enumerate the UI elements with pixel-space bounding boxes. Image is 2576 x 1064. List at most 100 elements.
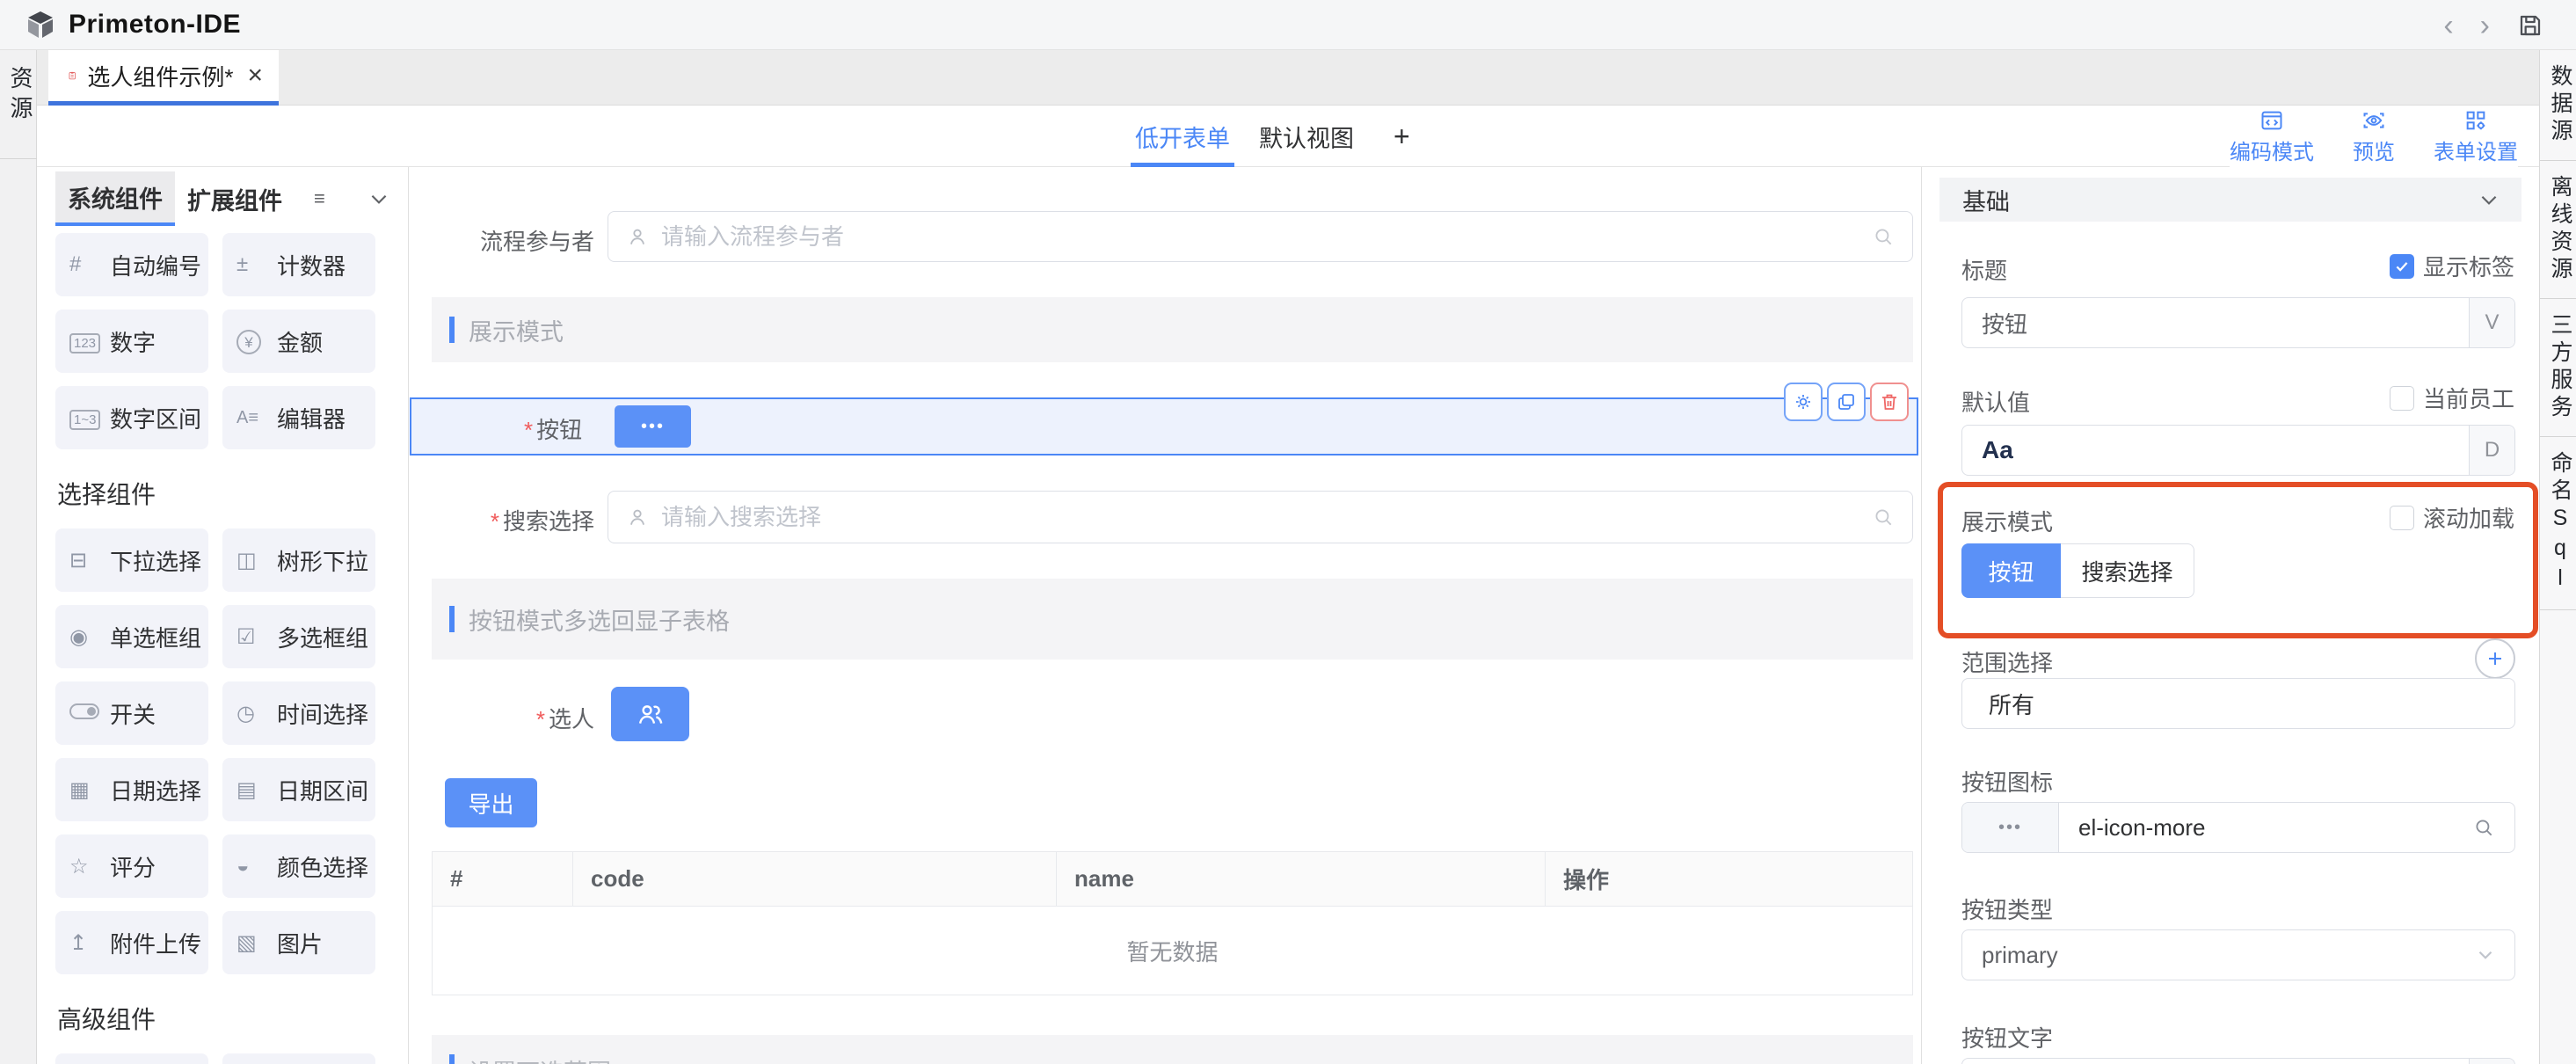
required-asterisk: *	[536, 706, 545, 732]
trash-icon	[1879, 391, 1900, 412]
person-picker-button[interactable]	[611, 687, 689, 741]
title-input[interactable]: V	[1961, 297, 2515, 348]
export-button[interactable]: 导出	[445, 778, 537, 827]
doc-tab-label: 选人组件示例*	[87, 60, 233, 92]
default-value-prop-label: 默认值	[1961, 385, 2030, 418]
code-mode-icon	[2259, 108, 2284, 133]
clipped-component-item[interactable]	[55, 1053, 208, 1064]
tree-dropdown-icon: ◫	[236, 548, 277, 573]
form-settings-label: 表单设置	[2434, 135, 2518, 165]
participant-input[interactable]	[608, 211, 1913, 262]
rail-item-offline[interactable]: 离线资源	[2540, 161, 2576, 299]
nav-forward-icon[interactable]: ›	[2480, 11, 2490, 40]
selected-button-field-row[interactable]: *按钮 •••	[410, 397, 1918, 455]
component-auto-number[interactable]: # 自动编号	[55, 233, 208, 296]
show-label-checkbox[interactable]: 显示标签	[2390, 250, 2514, 282]
radio-group-icon: ◉	[69, 624, 110, 650]
tab-extended-components[interactable]: 扩展组件	[175, 171, 295, 226]
add-range-button[interactable]	[2475, 638, 2515, 679]
participant-input-field[interactable]	[661, 223, 1859, 251]
component-radio-group[interactable]: ◉ 单选框组	[55, 605, 208, 668]
component-checkbox-group[interactable]: ☑ 多选框组	[222, 605, 375, 668]
component-number[interactable]: 123 数字	[55, 310, 208, 373]
props-section-basic[interactable]: 基础	[1939, 178, 2521, 222]
icon-preview-addon[interactable]: •••	[1962, 803, 2059, 852]
component-image[interactable]: ▧ 图片	[222, 911, 375, 974]
hash-icon: #	[69, 252, 110, 277]
app-logo-icon	[25, 9, 56, 40]
default-value-input[interactable]: D	[1961, 425, 2515, 476]
rail-item-datasource[interactable]: 数据源	[2540, 50, 2576, 161]
primeton-ide-app: Primeton-IDE ‹ › 选人组件示例* × 资源 数据源	[0, 0, 2576, 1064]
button-icon-input[interactable]: •••	[1961, 802, 2515, 853]
button-text-input[interactable]	[1961, 1058, 2515, 1064]
section-accent-bar	[449, 1054, 455, 1064]
rail-item-thirdparty[interactable]: 三方服务	[2540, 299, 2576, 437]
tab-default-view[interactable]: 默认视图	[1259, 106, 1354, 167]
checkbox-checked-icon[interactable]	[2390, 254, 2414, 279]
switch-icon	[69, 701, 110, 725]
currency-icon: ¥	[236, 329, 277, 354]
segment-option-search-select[interactable]: 搜索选择	[2061, 543, 2194, 598]
segment-option-button[interactable]: 按钮	[1961, 543, 2061, 598]
component-date-picker[interactable]: ▦ 日期选择	[55, 758, 208, 821]
delete-button[interactable]	[1870, 383, 1909, 421]
component-rating[interactable]: ☆ 评分	[55, 834, 208, 898]
rail-divider	[0, 158, 37, 159]
settings-button[interactable]	[1784, 383, 1823, 421]
code-mode-button[interactable]: 编码模式	[2230, 108, 2314, 165]
component-color-picker[interactable]: ◒ 颜色选择	[222, 834, 375, 898]
code-mode-label: 编码模式	[2230, 135, 2314, 165]
button-type-select[interactable]: primary	[1961, 929, 2515, 980]
preview-button[interactable]: 预览	[2353, 108, 2395, 165]
component-tree-dropdown[interactable]: ◫ 树形下拉	[222, 528, 375, 592]
save-icon[interactable]	[2516, 11, 2544, 40]
component-number-range[interactable]: 1~3 数字区间	[55, 386, 208, 449]
component-grid-basic: # 自动编号 ± 计数器 123 数字 ¥ 金额 1~3 数字区间 A≡ 编辑器	[55, 233, 408, 449]
current-employee-checkbox[interactable]: 当前员工	[2390, 382, 2514, 414]
search-select-input[interactable]	[608, 491, 1913, 543]
component-time-picker[interactable]: ◷ 时间选择	[222, 681, 375, 745]
palette-menu-icon[interactable]: ≡	[314, 187, 324, 210]
form-canvas: 流程参与者 展示模式	[410, 167, 1921, 1064]
button-icon-input-field[interactable]	[2078, 814, 2453, 842]
button-text-input-addon[interactable]	[2469, 1059, 2514, 1064]
section-display-mode: 展示模式	[432, 297, 1913, 362]
person-icon	[626, 506, 649, 528]
default-value-input-field[interactable]	[1982, 436, 2469, 464]
component-counter[interactable]: ± 计数器	[222, 233, 375, 296]
doc-tab-active[interactable]: 选人组件示例* ×	[48, 50, 279, 106]
editor-icon: A≡	[236, 408, 277, 428]
icon-search-addon[interactable]	[2453, 803, 2514, 852]
component-attachment-upload[interactable]: ↥ 附件上传	[55, 911, 208, 974]
search-select-input-field[interactable]	[661, 504, 1859, 531]
close-icon[interactable]: ×	[247, 62, 263, 89]
component-currency[interactable]: ¥ 金额	[222, 310, 375, 373]
default-value-input-addon[interactable]: D	[2469, 426, 2514, 475]
range-select-input[interactable]: 所有	[1961, 678, 2515, 729]
add-view-button[interactable]: +	[1394, 106, 1410, 167]
checkbox-unchecked-icon[interactable]	[2390, 386, 2414, 411]
participant-field-label: 流程参与者	[410, 224, 594, 257]
copy-button[interactable]	[1827, 383, 1866, 421]
color-icon: ◒	[236, 854, 277, 878]
checkbox-unchecked-icon[interactable]	[2390, 506, 2414, 530]
clipped-component-item[interactable]	[222, 1053, 375, 1064]
component-switch[interactable]: 开关	[55, 681, 208, 745]
more-button[interactable]: •••	[615, 405, 691, 448]
form-doc-icon	[68, 63, 76, 88]
title-input-addon[interactable]: V	[2469, 298, 2514, 347]
tab-system-components[interactable]: 系统组件	[55, 171, 175, 226]
view-bar: 低开表单 默认视图 + 编码模式 预览	[37, 106, 2539, 167]
scroll-load-checkbox[interactable]: 滚动加载	[2390, 501, 2514, 534]
component-dropdown[interactable]: ⊟ 下拉选择	[55, 528, 208, 592]
nav-back-icon[interactable]: ‹	[2443, 11, 2453, 40]
form-settings-button[interactable]: 表单设置	[2434, 108, 2518, 165]
palette-collapse-chevron-icon[interactable]	[367, 187, 390, 210]
tab-lowcode-form[interactable]: 低开表单	[1135, 106, 1230, 167]
rail-item-namedsql[interactable]: 命名Sql	[2540, 437, 2576, 610]
component-date-range[interactable]: ▤ 日期区间	[222, 758, 375, 821]
rail-item-resources[interactable]: 资源	[0, 50, 37, 126]
component-editor[interactable]: A≡ 编辑器	[222, 386, 375, 449]
title-input-field[interactable]	[1982, 310, 2469, 337]
